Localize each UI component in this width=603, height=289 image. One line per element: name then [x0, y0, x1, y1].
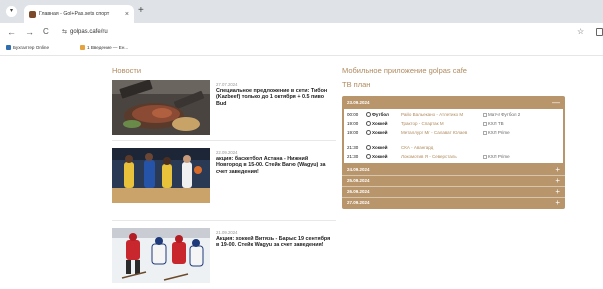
football-icon: [366, 112, 371, 118]
back-button[interactable]: ←: [7, 27, 16, 37]
hockey-icon: [366, 145, 371, 151]
expand-icon[interactable]: +: [555, 187, 560, 196]
tv-time: 21:30: [347, 145, 359, 150]
channel-logo-icon: [483, 121, 487, 126]
tv-day-label: 23.09.2024: [347, 100, 370, 105]
bookmark-star-icon[interactable]: ☆: [577, 27, 584, 37]
tv-time: 21:30: [347, 154, 359, 159]
news-date: 27.07.2024: [216, 82, 238, 87]
tv-channel: КХЛ Prime: [483, 152, 510, 161]
tv-day-label: 24.09.2024: [347, 167, 370, 172]
news-item[interactable]: 21.09.2024 Акция: хоккей Витязь - Барыс …: [112, 228, 336, 286]
forward-button[interactable]: →: [25, 27, 34, 37]
news-text[interactable]: Специальное предложение в сети: Тибон (K…: [216, 88, 334, 107]
channel-logo-icon: [483, 130, 487, 135]
collapse-icon[interactable]: —: [552, 98, 560, 107]
tv-match-link[interactable]: Райо Вальекано - Атлетико М: [401, 110, 463, 119]
tv-row: 21:30 Хоккей Локомотив Я - Северсталь КХ…: [344, 152, 563, 161]
channel-logo-icon: [483, 112, 487, 117]
tv-channel: КХЛ ТВ: [483, 119, 504, 128]
tv-channel: КХЛ Prime: [483, 130, 510, 136]
tab-search-icon[interactable]: ▾: [6, 6, 17, 17]
side-panel-icon[interactable]: [596, 28, 603, 36]
news-item[interactable]: 22.09.2024 акция: баскетбол Астана - Ниж…: [112, 148, 336, 204]
hockey-icon: [366, 121, 371, 127]
tv-time: 19:00: [347, 121, 359, 126]
news-title: Новости: [112, 66, 142, 75]
tv-row: 21:30 Хоккей СКА - Авангард: [344, 143, 563, 152]
hockey-icon: [366, 154, 371, 160]
bookmark-favicon-icon: [6, 45, 11, 50]
tv-day-header[interactable]: 27.09.2024 +: [342, 197, 565, 208]
mobile-app-title[interactable]: Мобильное приложение golpas cafe: [342, 66, 467, 75]
news-date: 21.09.2024: [216, 230, 238, 235]
site-info-icon[interactable]: ⇆: [62, 27, 67, 37]
tv-match-link[interactable]: СКА - Авангард: [401, 143, 433, 152]
tv-time: 19:00: [347, 130, 359, 135]
tv-day-label: 26.09.2024: [347, 189, 370, 194]
tv-plan-title: ТВ план: [342, 80, 371, 89]
tv-schedule-panel: 23.09.2024 — 00:00 Футбол Райо Вальекано…: [342, 96, 565, 209]
channel-logo-icon: [483, 154, 487, 159]
tv-row: 19:00 Хоккей Металлург Мг - Салават Юлае…: [344, 128, 563, 142]
tv-match-link[interactable]: Локомотив Я - Северсталь: [401, 152, 457, 161]
news-image[interactable]: [112, 148, 210, 203]
tv-channel: Матч! Футбол 2: [483, 110, 520, 119]
tv-day-header[interactable]: 23.09.2024 —: [342, 97, 565, 108]
browser-tab-active[interactable]: Главная - Gol+Pas.sets спорт ×: [24, 5, 134, 23]
bookmark-label: 1 Введение — Ен...: [87, 45, 129, 50]
bookmark-item[interactable]: 1 Введение — Ен...: [80, 45, 128, 50]
news-divider: [112, 140, 336, 141]
site-favicon-icon: [29, 10, 36, 18]
tv-match-link[interactable]: Металлург Мг - Салават Юлаев: [401, 130, 477, 136]
tv-match-link[interactable]: Трактор - Спартак М: [401, 119, 444, 128]
bookmark-favicon-icon: [80, 45, 85, 50]
tab-title: Главная - Gol+Pas.sets спорт: [39, 11, 110, 17]
tv-sport: Хоккей: [366, 119, 387, 128]
news-item[interactable]: 27.07.2024 Специальное предложение в сет…: [112, 80, 336, 136]
expand-icon[interactable]: +: [555, 198, 560, 207]
browser-tab-bar: ▾ Главная - Gol+Pas.sets спорт × +: [0, 0, 603, 23]
news-text[interactable]: Акция: хоккей Витязь - Барыс 19 сентября…: [216, 236, 334, 249]
bookmark-item[interactable]: Бухгалтер Online: [6, 45, 49, 50]
news-image[interactable]: [112, 228, 210, 283]
hockey-icon: [366, 130, 371, 136]
tv-day-label: 25.09.2024: [347, 178, 370, 183]
bookmark-label: Бухгалтер Online: [13, 45, 50, 50]
tv-sport: Хоккей: [366, 143, 387, 152]
tv-schedule-list: 00:00 Футбол Райо Вальекано - Атлетико М…: [344, 109, 563, 163]
news-text[interactable]: акция: баскетбол Астана - Нижний Новгоро…: [216, 156, 334, 175]
reload-button[interactable]: C: [43, 27, 49, 37]
news-date: 22.09.2024: [216, 150, 238, 155]
tv-sport: Футбол: [366, 110, 389, 119]
tv-row: 00:00 Футбол Райо Вальекано - Атлетико М…: [344, 110, 563, 119]
browser-toolbar: ← → C ⇆ golpas.cafe/ru ☆: [0, 23, 603, 42]
expand-icon[interactable]: +: [555, 176, 560, 185]
news-image[interactable]: [112, 80, 210, 135]
tv-day-label: 27.09.2024: [347, 200, 370, 205]
tv-sport: Хоккей: [366, 130, 387, 136]
expand-icon[interactable]: +: [555, 165, 560, 174]
tv-day-header[interactable]: 24.09.2024 +: [342, 164, 565, 175]
tv-day-header[interactable]: 25.09.2024 +: [342, 175, 565, 186]
tab-close-icon[interactable]: ×: [125, 11, 129, 18]
bookmarks-bar: Бухгалтер Online 1 Введение — Ен...: [0, 42, 603, 56]
tv-sport: Хоккей: [366, 152, 387, 161]
tv-day-header[interactable]: 26.09.2024 +: [342, 186, 565, 197]
tv-time: 00:00: [347, 112, 359, 117]
new-tab-button[interactable]: +: [138, 6, 144, 16]
tv-row: 19:00 Хоккей Трактор - Спартак М КХЛ ТВ: [344, 119, 563, 128]
address-bar[interactable]: golpas.cafe/ru: [70, 27, 108, 37]
news-divider: [112, 220, 336, 221]
